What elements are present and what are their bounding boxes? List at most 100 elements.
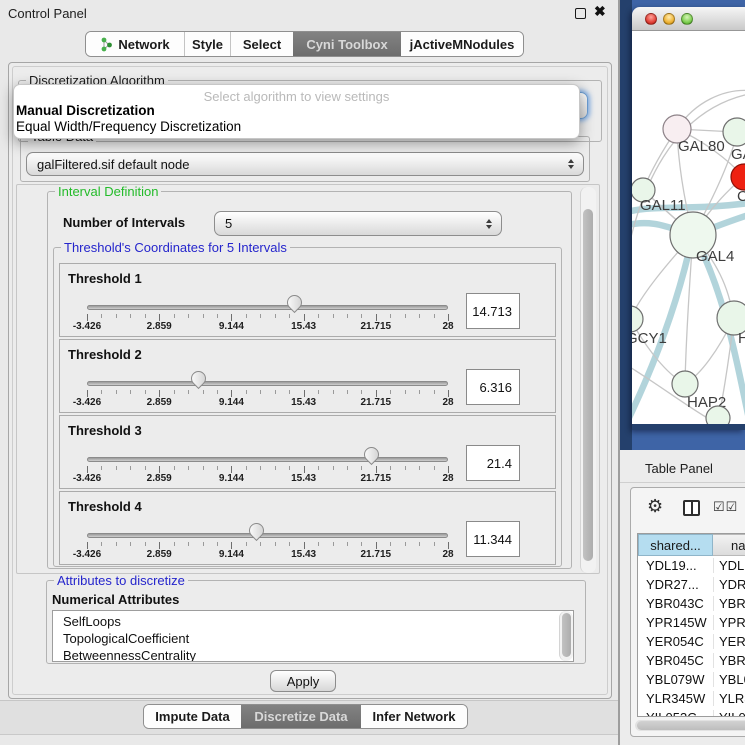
column-header-name[interactable]: na	[713, 534, 745, 556]
vertical-scrollbar[interactable]	[580, 187, 596, 573]
traffic-light-close-icon[interactable]	[645, 13, 657, 25]
tab-style[interactable]: Style	[184, 32, 230, 56]
threshold-panel-2: Threshold 2-3.4262.8599.14415.4321.71528…	[59, 339, 556, 413]
slider-major-tick	[376, 314, 377, 321]
slider-major-tick	[304, 466, 305, 473]
table-row[interactable]: YBR045CYBR0	[638, 651, 745, 670]
slider-minor-tick	[188, 390, 189, 394]
slider-minor-tick	[318, 542, 319, 546]
vertical-scrollbar-thumb[interactable]	[583, 209, 593, 561]
float-window-icon[interactable]	[575, 8, 586, 19]
slider-major-tick	[159, 390, 160, 397]
table-row[interactable]: YER054CYER0	[638, 632, 745, 651]
algorithm-dropdown-popup: Select algorithm to view settings Manual…	[13, 84, 580, 139]
threshold-value-field[interactable]: 21.4	[466, 445, 520, 481]
network-node-ga[interactable]	[723, 118, 745, 146]
slider-major-tick	[376, 390, 377, 397]
tab-impute-data[interactable]: Impute Data	[144, 705, 241, 728]
slider-minor-tick	[434, 390, 435, 394]
slider-track[interactable]	[87, 533, 448, 538]
tab-discretize-data[interactable]: Discretize Data	[241, 705, 361, 728]
slider-minor-tick	[434, 466, 435, 470]
network-window-titlebar[interactable]	[632, 7, 745, 31]
table-cell: YER0	[713, 634, 745, 649]
network-canvas[interactable]: GAL80GACGAL11GAL4GCY1HHAP2	[632, 31, 745, 430]
slider-tick-label: -3.426	[57, 321, 117, 332]
table-cell: YBR043C	[638, 596, 713, 611]
checkboxes-icon[interactable]: ☑☑	[713, 499, 738, 515]
slider-track[interactable]	[87, 305, 448, 310]
tab-label: Network	[118, 37, 169, 52]
table-row[interactable]: YDL19...YDL1	[638, 556, 745, 575]
apply-button[interactable]: Apply	[270, 670, 336, 692]
attribute-list-item[interactable]: BetweennessCentrality	[53, 647, 573, 662]
tab-cyni-toolbox[interactable]: Cyni Toolbox	[293, 32, 401, 56]
slider-track[interactable]	[87, 457, 448, 462]
slider-tick-label: 2.859	[129, 397, 189, 408]
slider-minor-tick	[101, 542, 102, 546]
slider-minor-tick	[275, 542, 276, 546]
attribute-list-item[interactable]: TopologicalCoefficient	[53, 630, 573, 647]
table-data-combobox[interactable]: galFiltered.sif default node	[26, 152, 584, 176]
threshold-value-field[interactable]: 11.344	[466, 521, 520, 557]
slider-minor-tick	[275, 314, 276, 318]
table-row[interactable]: YBR043CYBR0	[638, 594, 745, 613]
num-intervals-combobox[interactable]: 5	[214, 211, 502, 236]
traffic-light-zoom-icon[interactable]	[681, 13, 693, 25]
tab-label: Style	[192, 37, 223, 52]
table-row[interactable]: YPR145WYPR1	[638, 613, 745, 632]
table-cell: YPR1	[713, 615, 745, 630]
list-scrollbar[interactable]	[559, 611, 573, 661]
tab-network[interactable]: Network	[86, 32, 184, 56]
slider-minor-tick	[361, 390, 362, 394]
slider-minor-tick	[361, 542, 362, 546]
horizontal-scrollbar-thumb[interactable]	[637, 721, 745, 730]
slider-minor-tick	[101, 314, 102, 318]
slider-minor-tick	[347, 542, 348, 546]
slider-minor-tick	[318, 466, 319, 470]
close-icon[interactable]: ✖	[594, 3, 606, 20]
list-scrollbar-thumb[interactable]	[562, 613, 571, 657]
columns-icon[interactable]	[683, 500, 700, 516]
slider-minor-tick	[217, 466, 218, 470]
tab-infer-network[interactable]: Infer Network	[361, 705, 467, 728]
traffic-light-minimize-icon[interactable]	[663, 13, 675, 25]
slider-minor-tick	[333, 466, 334, 470]
dropdown-option-equal-width[interactable]: Equal Width/Frequency Discretization	[16, 119, 241, 134]
slider-tick-label: 9.144	[201, 321, 261, 332]
slider-minor-tick	[116, 466, 117, 470]
network-node-gcy1[interactable]	[632, 306, 643, 332]
num-intervals-value: 5	[225, 216, 232, 231]
slider-major-tick	[231, 390, 232, 397]
network-tab-icon	[100, 37, 113, 52]
table-row[interactable]: YBL079WYBL0	[638, 670, 745, 689]
threshold-value-field[interactable]: 14.713	[466, 293, 520, 329]
horizontal-scrollbar[interactable]	[635, 720, 745, 731]
threshold-label: Threshold 1	[68, 271, 142, 286]
panel-title: Control Panel	[8, 6, 87, 21]
slider-minor-tick	[246, 314, 247, 318]
dropdown-option-manual[interactable]: Manual Discretization	[16, 103, 155, 118]
threshold-panel-1: Threshold 1-3.4262.8599.14415.4321.71528…	[59, 263, 556, 337]
table-body: YDL19...YDL1YDR27...YDR2YBR043CYBR0YPR14…	[638, 556, 745, 717]
slider-minor-tick	[130, 542, 131, 546]
threshold-value-field[interactable]: 6.316	[466, 369, 520, 405]
slider-track[interactable]	[87, 381, 448, 386]
numerical-attributes-list[interactable]: SelfLoopsTopologicalCoefficientBetweenne…	[52, 610, 574, 662]
attribute-list-item[interactable]: SelfLoops	[53, 613, 573, 630]
tab-jactivemnodules[interactable]: jActiveMNodules	[401, 32, 523, 56]
slider-minor-tick	[289, 390, 290, 394]
gear-icon[interactable]: ⚙	[647, 496, 663, 517]
slider-major-tick	[159, 466, 160, 473]
dropdown-hint: Select algorithm to view settings	[14, 89, 579, 104]
column-header-shared-name[interactable]: shared...	[638, 534, 713, 556]
table-cell: YLR345W	[638, 691, 713, 706]
tab-select[interactable]: Select	[230, 32, 293, 56]
table-row[interactable]: YIL053CYIL0	[638, 708, 745, 717]
network-window: GAL80GACGAL11GAL4GCY1HHAP2	[632, 7, 745, 430]
table-row[interactable]: YLR345WYLR3	[638, 689, 745, 708]
table-cell: YDR2	[713, 577, 745, 592]
network-edge[interactable]	[632, 361, 716, 423]
slider-minor-tick	[347, 314, 348, 318]
table-row[interactable]: YDR27...YDR2	[638, 575, 745, 594]
